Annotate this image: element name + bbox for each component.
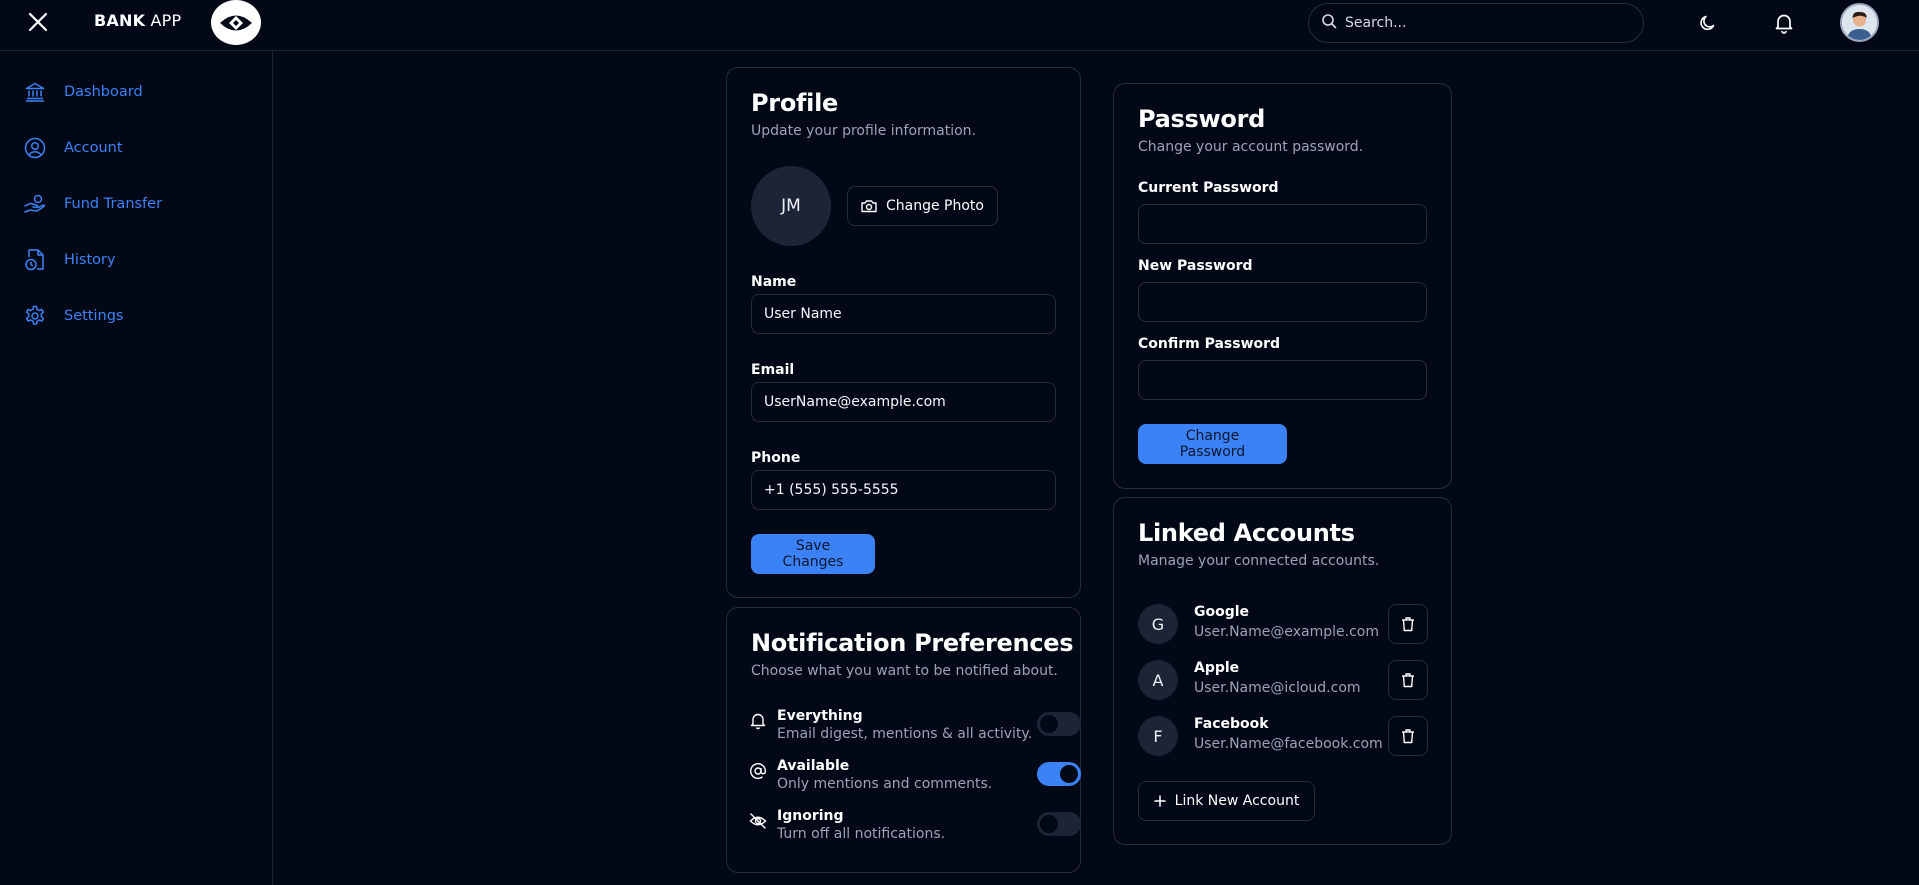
delete-account-button[interactable] — [1388, 716, 1428, 756]
new-password-label: New Password — [1138, 258, 1253, 274]
email-label: Email — [751, 362, 795, 378]
profile-subtitle: Update your profile information. — [751, 123, 977, 139]
linked-account-row-google: G Google User.Name@example.com — [1138, 602, 1428, 646]
brand-bold: BANK — [94, 11, 146, 30]
account-name: Facebook — [1194, 716, 1269, 732]
name-label: Name — [751, 274, 797, 290]
link-new-account-label: Link New Account — [1174, 793, 1300, 809]
bell-icon[interactable] — [1769, 8, 1799, 38]
pref-title: Ignoring — [777, 808, 844, 824]
brand-name: BANK APP — [94, 11, 181, 30]
phone-input[interactable] — [751, 470, 1056, 510]
account-avatar: G — [1138, 604, 1178, 644]
available-toggle[interactable] — [1037, 762, 1081, 786]
sidebar-item-fund-transfer[interactable]: Fund Transfer — [20, 186, 260, 222]
linked-accounts-card: Linked Accounts Manage your connected ac… — [1113, 497, 1452, 845]
password-subtitle: Change your account password. — [1138, 139, 1364, 155]
user-circle-icon — [20, 133, 50, 163]
delete-account-button[interactable] — [1388, 604, 1428, 644]
confirm-password-input[interactable] — [1138, 360, 1427, 400]
notification-preferences-card: Notification Preferences Choose what you… — [726, 607, 1081, 873]
trash-icon — [1401, 616, 1415, 632]
pref-title: Everything — [777, 708, 863, 724]
moon-icon[interactable] — [1693, 8, 1723, 38]
linked-account-row-facebook: F Facebook User.Name@facebook.com — [1138, 714, 1428, 758]
delete-account-button[interactable] — [1388, 660, 1428, 700]
password-card: Password Change your account password. C… — [1113, 83, 1452, 489]
notifications-subtitle: Choose what you want to be notified abou… — [751, 663, 1058, 679]
linked-accounts-title: Linked Accounts — [1138, 519, 1355, 547]
sidebar-item-label: Settings — [64, 308, 124, 324]
sidebar-item-dashboard[interactable]: Dashboard — [20, 74, 260, 110]
password-title: Password — [1138, 105, 1265, 133]
toggle-knob — [1040, 815, 1058, 833]
account-email: User.Name@facebook.com — [1194, 736, 1383, 752]
trash-icon — [1401, 672, 1415, 688]
pref-description: Only mentions and comments. — [777, 776, 993, 792]
email-input[interactable] — [751, 382, 1056, 422]
link-new-account-button[interactable]: Link New Account — [1138, 781, 1315, 821]
change-photo-label: Change Photo — [886, 198, 984, 214]
eye-off-icon — [747, 810, 769, 832]
everything-toggle[interactable] — [1037, 712, 1081, 736]
sidebar-item-history[interactable]: History — [20, 242, 260, 278]
sidebar-item-settings[interactable]: Settings — [20, 298, 260, 334]
pref-row-ignoring: Ignoring Turn off all notifications. — [747, 808, 1081, 848]
profile-title: Profile — [751, 89, 838, 117]
toggle-knob — [1060, 765, 1078, 783]
change-photo-button[interactable]: Change Photo — [847, 186, 998, 226]
confirm-password-label: Confirm Password — [1138, 336, 1281, 352]
pref-description: Turn off all notifications. — [777, 826, 946, 842]
file-clock-icon — [20, 245, 50, 275]
current-password-label: Current Password — [1138, 180, 1279, 196]
bell-icon — [747, 710, 769, 732]
account-name: Apple — [1194, 660, 1240, 676]
trash-icon — [1401, 728, 1415, 744]
brand-logo-icon — [211, 0, 261, 45]
account-name: Google — [1194, 604, 1250, 620]
sidebar-item-label: Dashboard — [64, 84, 143, 100]
sidebar-item-account[interactable]: Account — [20, 130, 260, 166]
account-avatar: A — [1138, 660, 1178, 700]
pref-row-everything: Everything Email digest, mentions & all … — [747, 708, 1081, 748]
linked-account-row-apple: A Apple User.Name@icloud.com — [1138, 658, 1428, 702]
brand-light: APP — [150, 11, 182, 30]
user-avatar[interactable] — [1840, 3, 1879, 42]
linked-accounts-subtitle: Manage your connected accounts. — [1138, 553, 1380, 569]
sidebar: Dashboard Account Fund Transfer History … — [0, 51, 273, 885]
account-email: User.Name@icloud.com — [1194, 680, 1361, 696]
plus-icon — [1153, 795, 1166, 807]
gear-icon — [20, 301, 50, 331]
search-icon — [1321, 13, 1337, 33]
bank-icon — [20, 77, 50, 107]
hand-coins-icon — [20, 189, 50, 219]
at-sign-icon — [747, 760, 769, 782]
sidebar-item-label: Fund Transfer — [64, 196, 163, 212]
save-changes-button[interactable]: Save Changes — [751, 534, 875, 574]
close-icon[interactable] — [24, 8, 52, 36]
search-box[interactable] — [1308, 3, 1644, 43]
account-avatar: F — [1138, 716, 1178, 756]
pref-title: Available — [777, 758, 850, 774]
toggle-knob — [1040, 715, 1058, 733]
pref-description: Email digest, mentions & all activity. — [777, 726, 1033, 742]
pref-row-available: Available Only mentions and comments. — [747, 758, 1081, 798]
camera-icon — [861, 199, 877, 213]
change-password-button[interactable]: Change Password — [1138, 424, 1287, 464]
sidebar-item-label: Account — [64, 140, 123, 156]
notifications-title: Notification Preferences — [751, 629, 1074, 657]
sidebar-item-label: History — [64, 252, 116, 268]
top-bar: BANK APP — [0, 0, 1919, 51]
profile-card: Profile Update your profile information.… — [726, 67, 1081, 598]
profile-avatar: JM — [751, 166, 831, 246]
ignoring-toggle[interactable] — [1037, 812, 1081, 836]
current-password-input[interactable] — [1138, 204, 1427, 244]
account-email: User.Name@example.com — [1194, 624, 1379, 640]
name-input[interactable] — [751, 294, 1056, 334]
search-input[interactable] — [1345, 15, 1643, 31]
phone-label: Phone — [751, 450, 801, 466]
new-password-input[interactable] — [1138, 282, 1427, 322]
